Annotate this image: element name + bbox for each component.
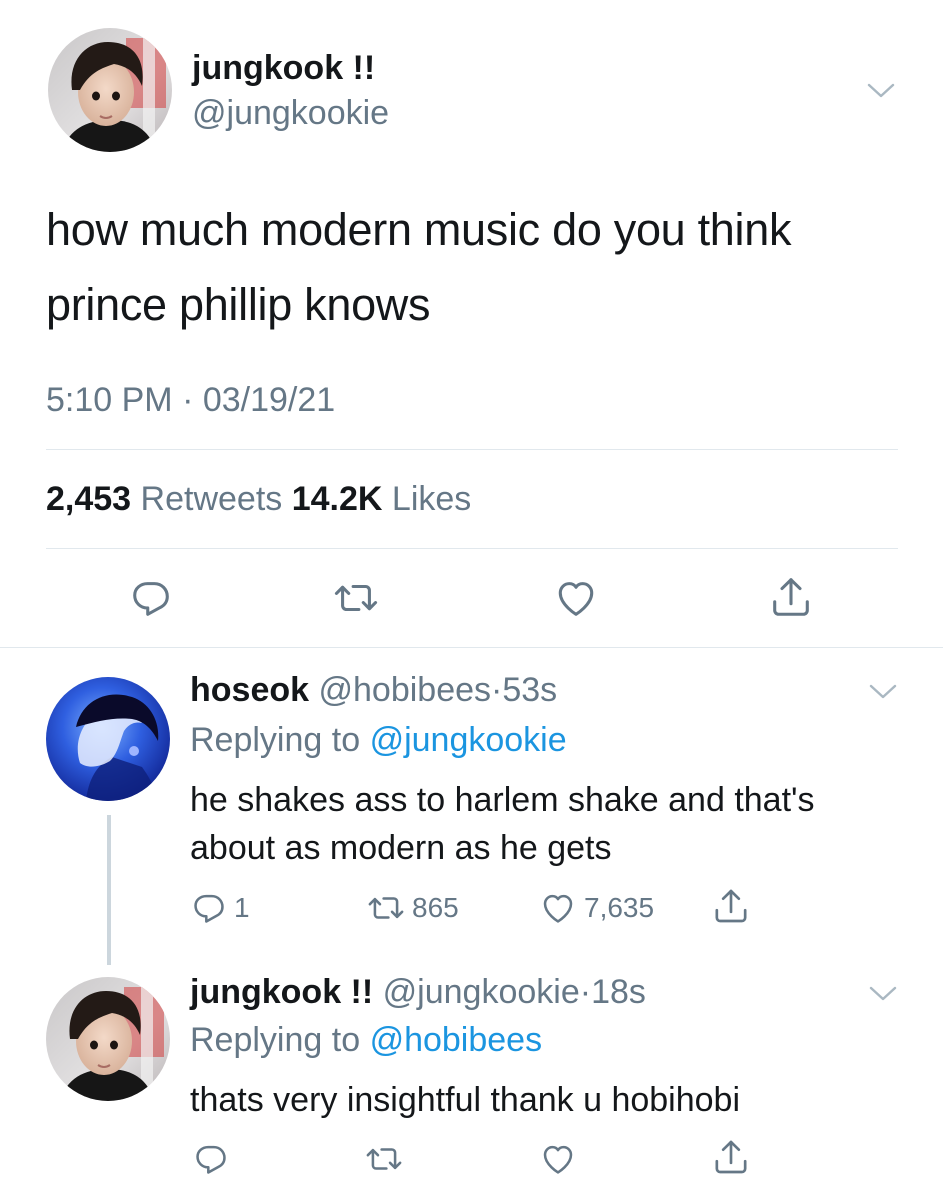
- divider: [46, 449, 898, 450]
- relative-time[interactable]: 53s: [502, 671, 557, 709]
- share-icon: [768, 574, 814, 620]
- tweet-text: thats very insightful thank u hobihobi: [190, 1081, 741, 1119]
- share-button[interactable]: [768, 574, 814, 620]
- user-handle[interactable]: @hobibees: [319, 671, 492, 709]
- reply-button[interactable]: [192, 1140, 230, 1178]
- like-icon: [538, 889, 578, 927]
- relative-time[interactable]: 18s: [591, 973, 646, 1011]
- chevron-down-icon[interactable]: [866, 81, 896, 101]
- replying-prefix: Replying to: [190, 1021, 361, 1059]
- retweet-icon: [333, 575, 379, 621]
- avatar[interactable]: [46, 977, 170, 1101]
- mention-link[interactable]: @jungkookie: [370, 721, 567, 759]
- tweet-text: how much modern music do you think princ…: [46, 204, 792, 330]
- like-button[interactable]: [538, 1140, 578, 1178]
- mention-link[interactable]: @hobibees: [370, 1021, 543, 1059]
- reply-header: jungkook !! @jungkookie·18s: [190, 972, 646, 1012]
- share-icon: [711, 886, 751, 926]
- retweet-icon: [366, 889, 406, 927]
- retweet-count: 865: [412, 892, 459, 923]
- chevron-down-icon[interactable]: [868, 682, 898, 702]
- retweet-icon: [364, 1140, 404, 1178]
- thread-line: [107, 815, 111, 965]
- likes-count[interactable]: 14.2K: [292, 480, 383, 518]
- like-icon: [553, 575, 599, 621]
- retweet-button[interactable]: [364, 1140, 404, 1178]
- retweets-count[interactable]: 2,453: [46, 480, 131, 518]
- retweet-button[interactable]: [333, 575, 379, 621]
- divider: [0, 647, 943, 648]
- share-button[interactable]: [711, 1137, 751, 1177]
- avatar[interactable]: [46, 677, 170, 801]
- like-icon: [538, 1140, 578, 1178]
- separator-dot: ·: [491, 671, 503, 709]
- avatar[interactable]: [48, 28, 172, 152]
- reply-icon: [190, 889, 228, 927]
- retweets-label[interactable]: Retweets: [141, 480, 283, 518]
- like-button[interactable]: [553, 575, 599, 621]
- chevron-down-icon[interactable]: [868, 984, 898, 1004]
- reply-icon: [192, 1140, 230, 1178]
- reply-header: hoseok @hobibees·53s: [190, 670, 557, 710]
- reply-button[interactable]: [128, 575, 174, 621]
- display-name[interactable]: jungkook !!: [190, 973, 373, 1011]
- divider: [46, 548, 898, 549]
- user-handle[interactable]: @jungkookie: [192, 93, 389, 133]
- engagement-stats: 2,453 Retweets 14.2K Likes: [46, 479, 471, 519]
- like-count: 7,635: [584, 892, 655, 923]
- retweet-button[interactable]: 865: [366, 889, 459, 927]
- replying-to: Replying to @jungkookie: [190, 720, 567, 760]
- display-name[interactable]: hoseok: [190, 671, 309, 709]
- like-button[interactable]: 7,635: [538, 889, 654, 927]
- likes-label[interactable]: Likes: [392, 480, 471, 518]
- share-icon: [711, 1137, 751, 1177]
- user-handle[interactable]: @jungkookie: [383, 973, 580, 1011]
- reply-button[interactable]: 1: [190, 889, 250, 927]
- reply-icon: [128, 575, 174, 621]
- tweet-text: he shakes ass to harlem shake and that's…: [190, 781, 815, 867]
- separator-dot: ·: [579, 973, 592, 1011]
- display-name[interactable]: jungkook !!: [192, 48, 375, 88]
- replying-to: Replying to @hobibees: [190, 1020, 542, 1060]
- tweet-timestamp[interactable]: 5:10 PM · 03/19/21: [46, 380, 335, 420]
- reply-count: 1: [234, 892, 250, 923]
- replying-prefix: Replying to: [190, 721, 361, 759]
- share-button[interactable]: [711, 886, 751, 926]
